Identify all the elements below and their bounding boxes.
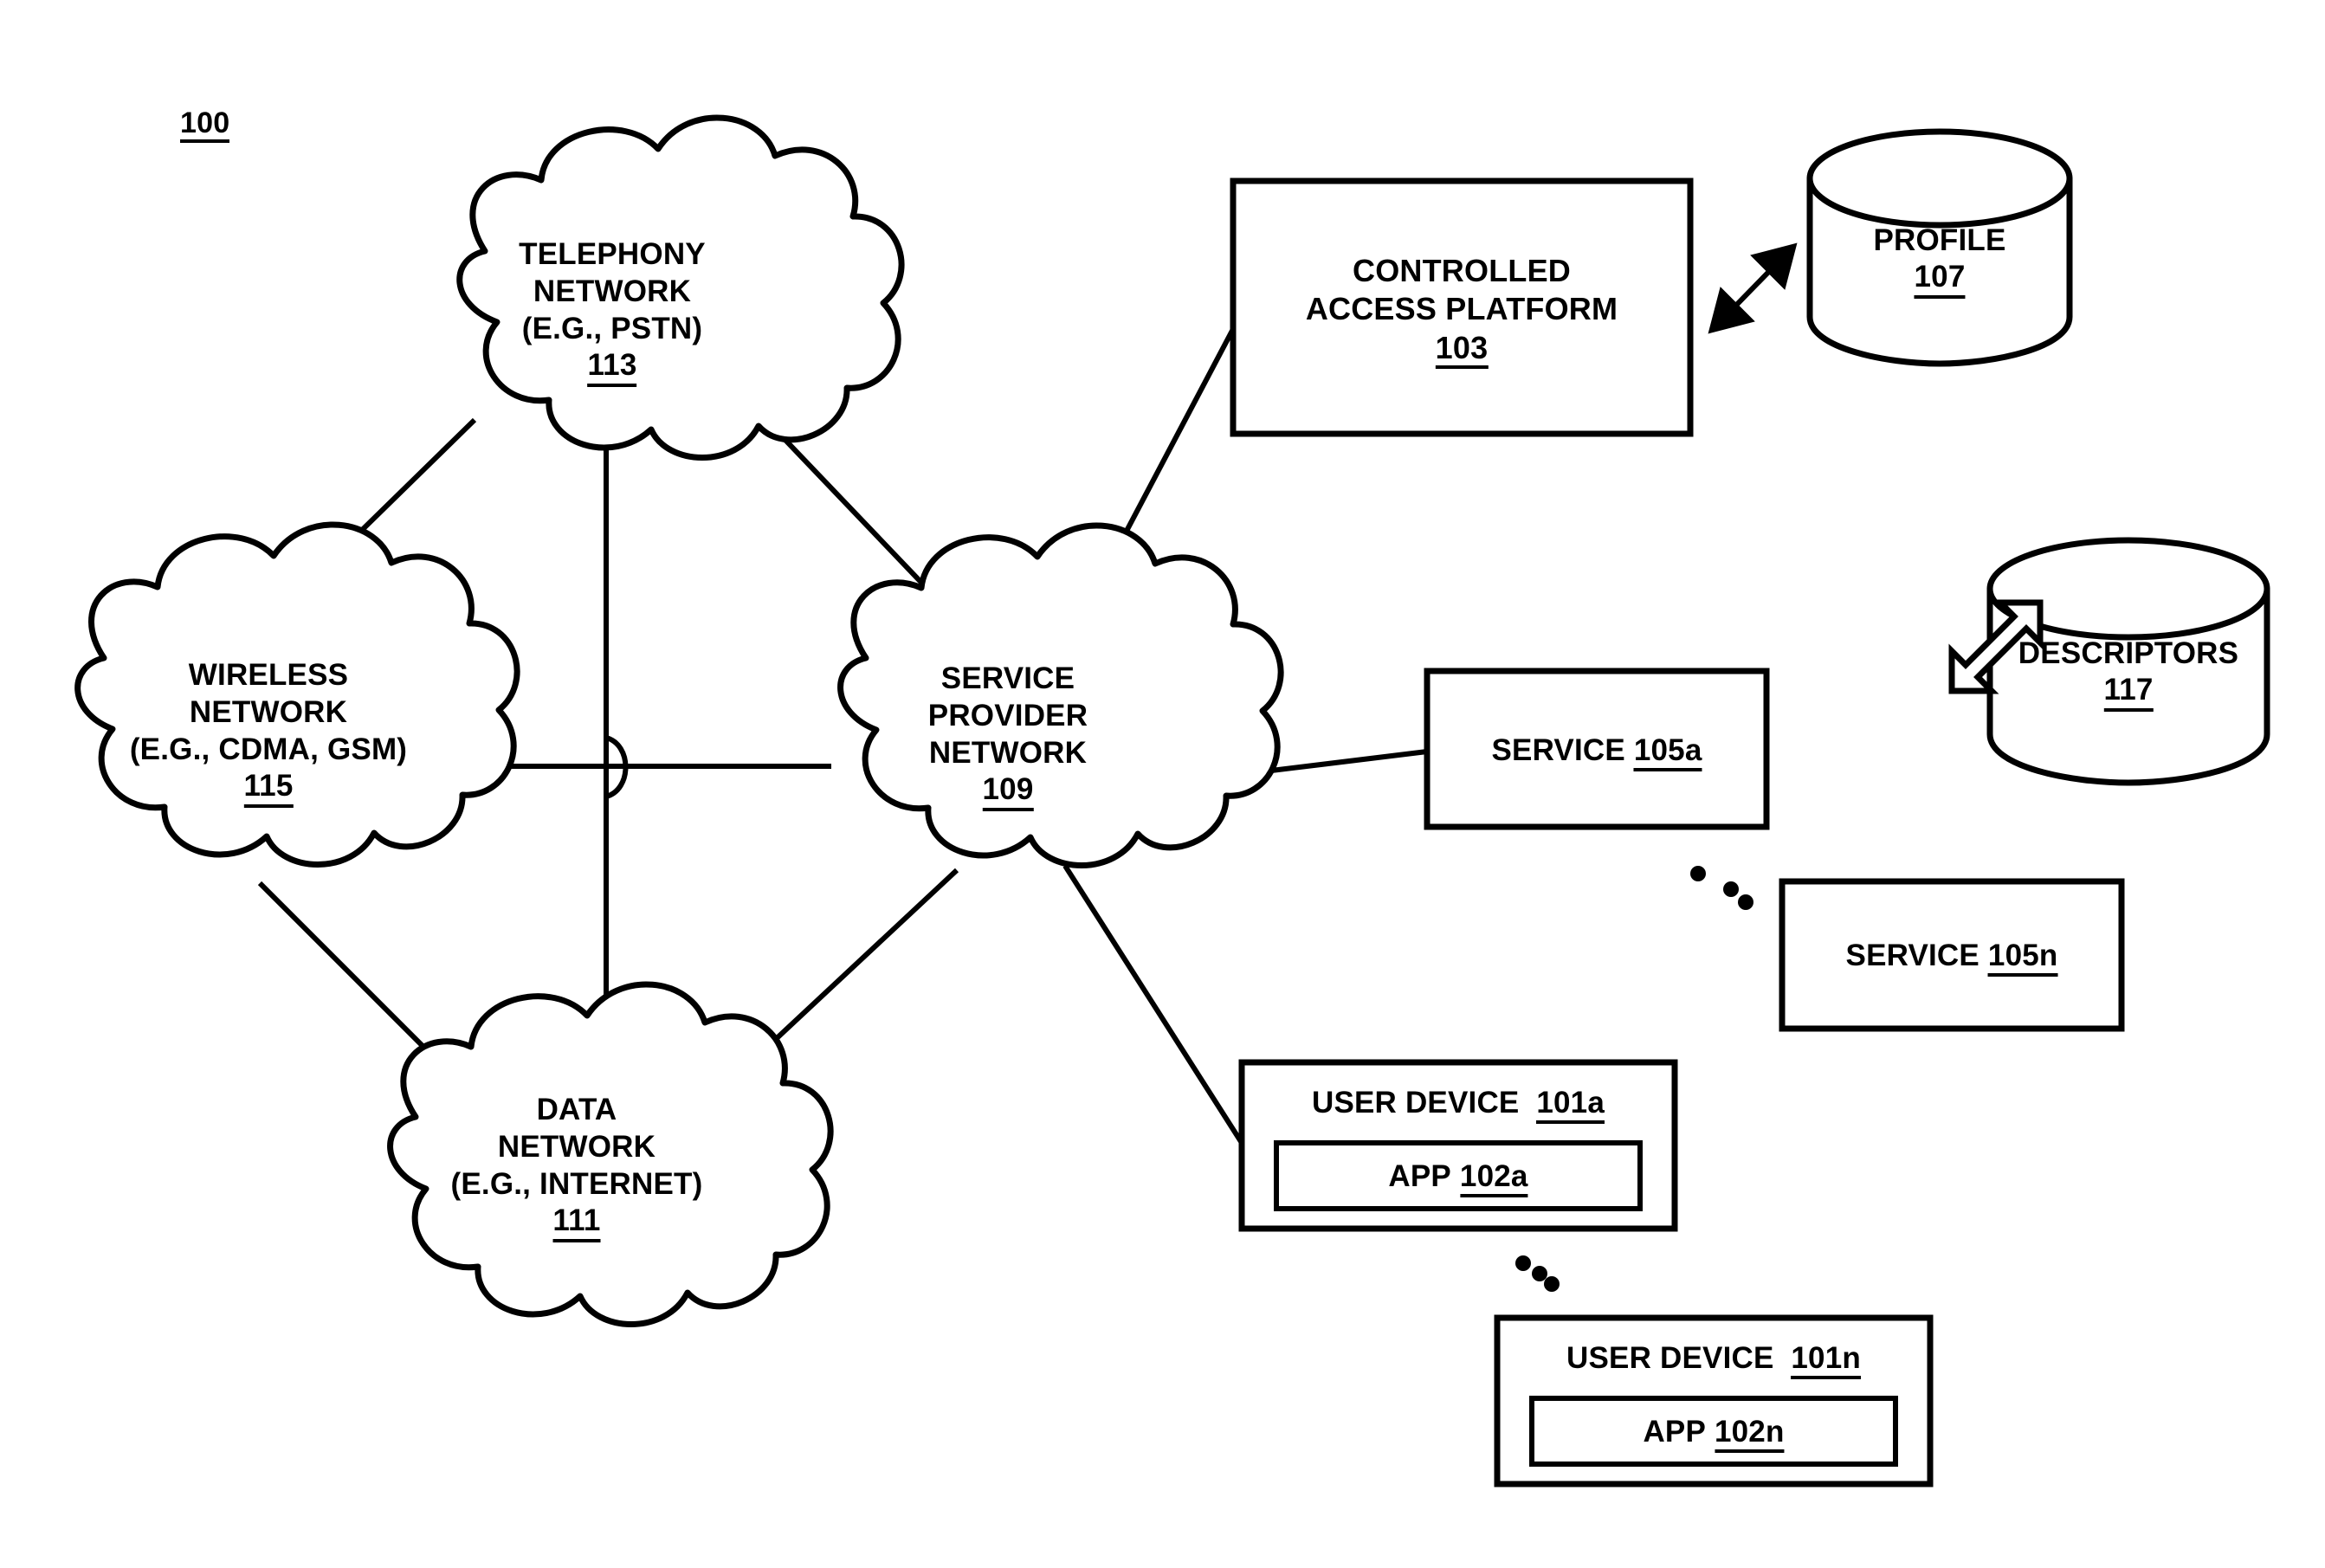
data-line-1: DATA	[536, 1093, 617, 1126]
wireless-line-3: (E.G., CDMA, GSM)	[129, 732, 408, 767]
ellipsis-dot	[1544, 1276, 1560, 1292]
patent-figure-canvas: 100 TELEPHONY NETWORK (E.G., PSTN) 113 W…	[0, 0, 2325, 1568]
ellipsis-dot	[1515, 1255, 1531, 1271]
data-ref: 111	[552, 1204, 601, 1242]
ellipsis-dot	[1690, 866, 1706, 881]
descriptors-title: DESCRIPTORS	[2018, 636, 2239, 670]
telephony-line-2: NETWORK	[533, 274, 692, 309]
user-device-n-label: USER DEVICE 101n	[1566, 1339, 1861, 1379]
user-device-n-title: USER DEVICE	[1566, 1341, 1774, 1375]
telephony-line-1: TELEPHONY	[519, 237, 706, 271]
data-line-2: NETWORK	[497, 1130, 656, 1165]
figure-number: 100	[180, 108, 230, 143]
service-provider-line-1: SERVICE	[940, 661, 1075, 695]
app-a-title: APP	[1388, 1159, 1451, 1193]
user-device-n-ref: 101n	[1791, 1342, 1861, 1379]
app-n-ref: 102n	[1714, 1416, 1785, 1453]
controlled-access-platform-label: CONTROLLED ACCESS PLATFORM 103	[1305, 252, 1618, 370]
wireless-ref: 115	[243, 770, 294, 808]
service-n-label: SERVICE 105n	[1846, 937, 2058, 977]
telephony-line-3: (E.G., PSTN)	[521, 312, 703, 346]
service-provider-ref: 109	[982, 773, 1034, 811]
service-provider-line-3: NETWORK	[928, 736, 1088, 771]
profile-ref: 107	[1914, 261, 1966, 299]
service-provider-network-label: SERVICE PROVIDER NETWORK 109	[928, 660, 1088, 811]
connector-data-service-provider	[759, 868, 959, 1055]
service-a-title: SERVICE	[1491, 733, 1625, 767]
user-devices-ellipsis	[1515, 1255, 1560, 1292]
app-n-title: APP	[1643, 1415, 1707, 1449]
platform-profile-double-arrow	[1708, 242, 1798, 334]
app-n-label: APP 102n	[1643, 1413, 1785, 1453]
wireless-line-2: NETWORK	[189, 695, 348, 730]
service-a-ref: 105a	[1633, 734, 1702, 771]
service-n-ref: 105n	[1987, 939, 2058, 977]
profile-title: PROFILE	[1873, 223, 2006, 257]
descriptors-database-label: DESCRIPTORS 117	[2018, 635, 2238, 712]
ellipsis-dot	[1532, 1266, 1547, 1281]
platform-ref: 103	[1435, 330, 1489, 370]
data-line-3: (E.G., INTERNET)	[450, 1167, 703, 1202]
app-a-label: APP 102a	[1388, 1158, 1528, 1197]
cylinder-top-profile	[1806, 128, 2073, 229]
services-ellipsis	[1690, 866, 1753, 910]
profile-database-label: PROFILE 107	[1873, 222, 2005, 299]
service-n-title: SERVICE	[1845, 939, 1979, 972]
connector-telephony-service-provider	[759, 413, 946, 609]
wireless-line-1: WIRELESS	[188, 658, 349, 692]
descriptors-ref: 117	[2103, 674, 2154, 712]
user-device-a-title: USER DEVICE	[1311, 1086, 1520, 1120]
platform-line-1: CONTROLLED	[1353, 253, 1571, 288]
telephony-network-label: TELEPHONY NETWORK (E.G., PSTN) 113	[519, 236, 706, 387]
telephony-ref: 113	[587, 349, 637, 387]
wireless-network-label: WIRELESS NETWORK (E.G., CDMA, GSM) 115	[130, 656, 407, 808]
user-device-a-ref: 101a	[1536, 1087, 1605, 1124]
user-device-a-label: USER DEVICE 101a	[1312, 1084, 1605, 1124]
connector-service-provider-user-device-a	[1062, 864, 1244, 1145]
platform-line-2: ACCESS PLATFORM	[1305, 291, 1618, 327]
service-provider-line-2: PROVIDER	[927, 699, 1088, 733]
app-a-ref: 102a	[1459, 1160, 1528, 1197]
data-network-label: DATA NETWORK (E.G., INTERNET) 111	[451, 1091, 703, 1242]
ellipsis-dot	[1723, 881, 1739, 897]
service-a-label: SERVICE 105a	[1491, 732, 1702, 771]
ellipsis-dot	[1738, 894, 1753, 910]
